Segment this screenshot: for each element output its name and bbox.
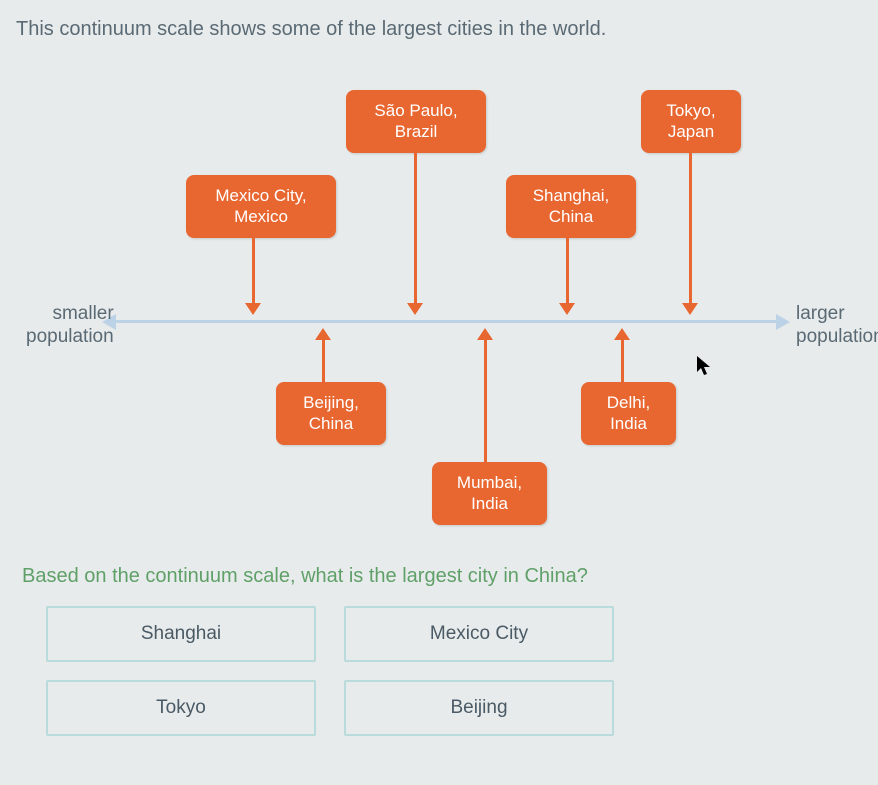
stem-delhi	[621, 340, 624, 382]
stem-mexico	[252, 231, 255, 303]
city-tokyo: Tokyo,Japan	[641, 90, 741, 153]
stem-beijing	[322, 340, 325, 382]
arrow-up-icon	[315, 328, 331, 340]
city-beijing: Beijing,China	[276, 382, 386, 445]
city-mumbai: Mumbai,India	[432, 462, 547, 525]
intro-text: This continuum scale shows some of the l…	[16, 18, 868, 41]
answer-mexico-city[interactable]: Mexico City	[344, 606, 614, 662]
stem-tokyo	[689, 146, 692, 303]
arrow-up-icon	[477, 328, 493, 340]
cursor-icon	[696, 355, 714, 383]
axis-line	[116, 320, 776, 323]
city-shanghai: Shanghai,China	[506, 175, 636, 238]
answer-beijing[interactable]: Beijing	[344, 680, 614, 736]
arrow-down-icon	[682, 303, 698, 315]
stem-shanghai	[566, 231, 569, 303]
stem-saopaulo	[414, 146, 417, 303]
axis-arrow-right-icon	[776, 314, 790, 330]
stem-mumbai	[484, 340, 487, 462]
axis-label-left: smaller population	[26, 303, 114, 349]
city-delhi: Delhi,India	[581, 382, 676, 445]
arrow-down-icon	[559, 303, 575, 315]
arrow-down-icon	[407, 303, 423, 315]
answer-tokyo[interactable]: Tokyo	[46, 680, 316, 736]
answer-grid: Shanghai Mexico City Tokyo Beijing	[46, 606, 868, 736]
answer-shanghai[interactable]: Shanghai	[46, 606, 316, 662]
arrow-down-icon	[245, 303, 261, 315]
city-mexico: Mexico City,Mexico	[186, 175, 336, 238]
arrow-up-icon	[614, 328, 630, 340]
continuum-diagram: smaller population larger population Mex…	[16, 55, 866, 555]
city-saopaulo: São Paulo,Brazil	[346, 90, 486, 153]
question-text: Based on the continuum scale, what is th…	[22, 565, 868, 588]
axis-label-right: larger population	[796, 303, 878, 349]
